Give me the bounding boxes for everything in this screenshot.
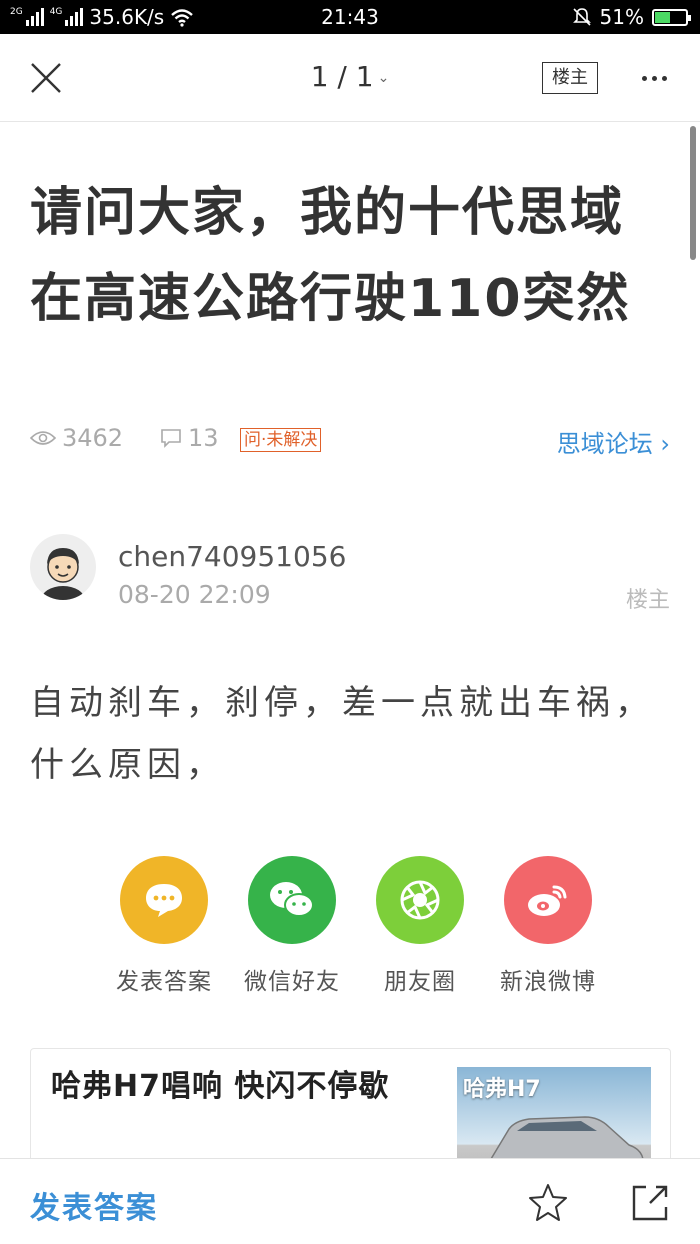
post-time: 08-20 22:09: [118, 580, 271, 609]
post-body: 自动刹车，刹停，差一点就出车祸，什么原因，: [30, 683, 654, 785]
top-nav: 1 / 1 ⌄ 楼主: [0, 34, 700, 122]
bottom-bar: 发表答案: [0, 1158, 700, 1244]
battery-percent: 51%: [599, 5, 644, 29]
more-button[interactable]: [632, 62, 676, 94]
more-icon-dot: [641, 75, 647, 81]
post-meta: 3462 13 问·未解决 思域论坛 ›: [30, 424, 670, 458]
chevron-right-icon: ›: [652, 430, 670, 458]
share-wechat-circle: [248, 856, 336, 944]
share-wechat-button[interactable]: 微信好友: [228, 856, 356, 996]
avatar[interactable]: [30, 534, 96, 600]
share-button[interactable]: [628, 1181, 672, 1225]
moments-icon: [400, 880, 440, 920]
chevron-down-icon: ⌄: [377, 70, 390, 86]
forum-link-label: 思域论坛: [556, 430, 653, 458]
eye-icon: [30, 431, 56, 445]
author-name[interactable]: chen740951056: [118, 540, 346, 573]
wechat-icon: [270, 882, 314, 917]
share-weibo-label: 新浪微博: [500, 969, 596, 995]
avatar-image: [41, 548, 85, 600]
share-answer-label: 发表答案: [116, 969, 212, 995]
post-title: 请问大家，我的十代思域在高速公路行驶110突然: [30, 183, 631, 329]
favorite-button[interactable]: [526, 1181, 570, 1225]
comment-count: 13: [160, 424, 219, 452]
share-moments-button[interactable]: 朋友圈: [356, 856, 484, 996]
status-badge: 问·未解决: [240, 428, 322, 452]
share-moments-label: 朋友圈: [384, 969, 456, 995]
bell-muted-icon: [572, 8, 591, 26]
author-row: chen740951056 08-20 22:09 楼主: [30, 534, 670, 614]
battery-icon: [652, 8, 691, 26]
scrollbar[interactable]: [690, 126, 696, 260]
op-only-button[interactable]: 楼主: [542, 62, 598, 94]
comment-count-value: 13: [188, 424, 219, 452]
share-wechat-label: 微信好友: [244, 969, 340, 995]
share-answer-circle: [120, 856, 208, 944]
status-bar: 2G 4G 35.6K/s 21:43 51%: [0, 0, 700, 34]
share-moments-circle: [376, 856, 464, 944]
ad-thumb-label: 哈弗H7: [463, 1077, 541, 1102]
status-right: 51%: [572, 5, 691, 29]
floor-label: 楼主: [625, 588, 670, 613]
page-indicator-label: 1 / 1: [310, 60, 374, 93]
share-weibo-button[interactable]: 新浪微博: [484, 856, 612, 996]
share-row: 发表答案 微信好友 朋友圈 新浪微博: [100, 856, 600, 996]
share-answer-button[interactable]: 发表答案: [100, 856, 228, 996]
star-icon: [529, 1184, 567, 1221]
forum-link[interactable]: 思域论坛 ›: [557, 424, 670, 459]
comment-icon: [161, 429, 181, 448]
ad-title: 哈弗H7唱响 快闪不停歇: [51, 1069, 390, 1104]
share-weibo-circle: [504, 856, 592, 944]
share-icon: [632, 1185, 668, 1221]
view-count: 3462: [30, 424, 123, 452]
weibo-icon: [528, 885, 567, 916]
comment-icon: [146, 884, 182, 917]
post-answer-button[interactable]: 发表答案: [30, 1183, 158, 1227]
view-count-value: 3462: [62, 424, 124, 452]
